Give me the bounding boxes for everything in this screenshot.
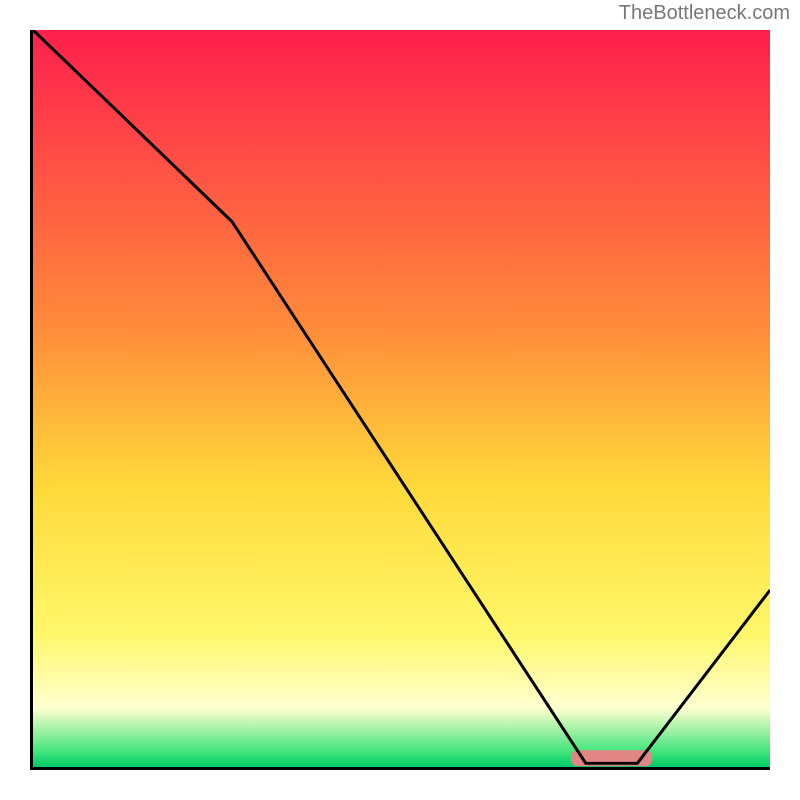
bottleneck-curve xyxy=(33,30,770,767)
plot-area xyxy=(30,30,770,770)
chart-container: TheBottleneck.com xyxy=(0,0,800,800)
watermark-text: TheBottleneck.com xyxy=(619,2,790,25)
